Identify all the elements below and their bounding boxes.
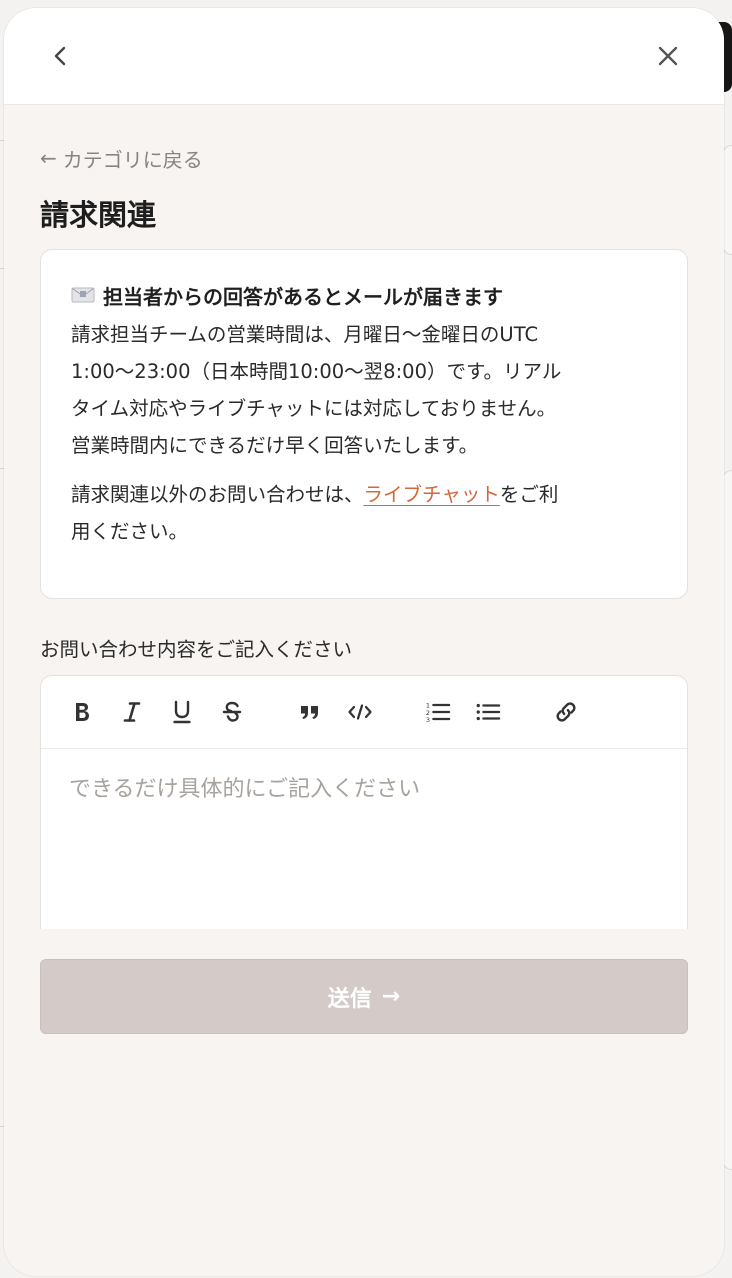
info-body-line: 営業時間内にできるだけ早く回答いたします。 <box>71 434 479 457</box>
italic-button[interactable] <box>119 697 145 727</box>
submit-button[interactable]: 送信 → <box>40 959 688 1034</box>
back-link-label: カテゴリに戻る <box>62 147 203 172</box>
back-to-category-link[interactable]: ← カテゴリに戻る <box>40 143 688 173</box>
modal-header <box>4 8 724 105</box>
bold-icon <box>76 703 89 721</box>
svg-text:3: 3 <box>426 716 430 724</box>
editor-toolbar: 1 2 3 <box>41 676 687 749</box>
info-note-text: 用ください。 <box>71 520 189 543</box>
ordered-list-icon: 1 2 3 <box>426 701 451 724</box>
chevron-left-icon <box>54 46 66 66</box>
info-body-line: 1:00〜23:00（日本時間10:00〜翌8:00）です。リアル <box>71 360 562 383</box>
blockquote-icon <box>301 706 318 719</box>
bullet-list-button[interactable] <box>475 697 501 727</box>
info-note: 請求関連以外のお問い合わせは、ライブチャットをご利 用ください。 <box>71 476 657 550</box>
info-heading: 担当者からの回答があるとメールが届きます <box>71 280 657 310</box>
info-card: 担当者からの回答があるとメールが届きます 請求担当チームの営業時間は、月曜日〜金… <box>40 249 688 599</box>
inquiry-text-area[interactable]: できるだけ具体的にご記入ください <box>41 749 687 929</box>
support-modal: ← カテゴリに戻る 請求関連 担当者からの回答があるとメールが届きます 請求担当… <box>4 8 724 1276</box>
blockquote-button[interactable] <box>297 697 323 727</box>
info-body: 請求担当チームの営業時間は、月曜日〜金曜日のUTC 1:00〜23:00（日本時… <box>71 316 657 464</box>
info-note-text: 請求関連以外のお問い合わせは、 <box>71 483 364 506</box>
editor-placeholder: できるだけ具体的にご記入ください <box>69 777 421 802</box>
ordered-list-button[interactable]: 1 2 3 <box>425 697 451 727</box>
link-icon <box>556 702 576 722</box>
underline-button[interactable] <box>169 697 195 727</box>
info-body-line: 請求担当チームの営業時間は、月曜日〜金曜日のUTC <box>71 323 539 346</box>
underline-icon <box>173 700 191 724</box>
close-button[interactable] <box>648 36 688 76</box>
close-icon <box>658 46 678 66</box>
live-chat-link[interactable]: ライブチャット <box>364 483 500 506</box>
strikethrough-button[interactable] <box>219 697 245 727</box>
code-button[interactable] <box>347 697 373 727</box>
strikethrough-icon <box>222 701 242 722</box>
page-title: 請求関連 <box>40 198 157 232</box>
back-button[interactable] <box>41 36 81 76</box>
bold-button[interactable] <box>69 697 95 727</box>
info-heading-text: 担当者からの回答があるとメールが届きます <box>103 284 503 309</box>
code-icon <box>348 704 372 720</box>
envelope-icon <box>71 285 95 305</box>
info-body-line: タイム対応やライブチャットには対応しておりません。 <box>71 397 557 420</box>
arrow-left-icon: ← <box>40 146 57 170</box>
bullet-list-icon <box>476 703 501 721</box>
inquiry-field-label: お問い合わせ内容をご記入ください <box>40 638 353 661</box>
arrow-right-icon: → <box>381 984 401 1009</box>
link-button[interactable] <box>553 697 579 727</box>
submit-label: 送信 <box>327 986 372 1012</box>
rich-text-editor: 1 2 3 できるだけ具体的にご記入ください <box>40 675 688 929</box>
italic-icon <box>123 702 141 722</box>
info-note-text: をご利 <box>499 483 559 506</box>
